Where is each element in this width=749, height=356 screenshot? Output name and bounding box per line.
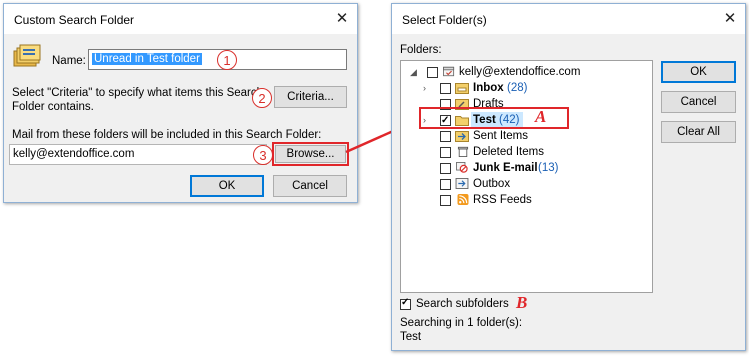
searching-folder: Test <box>400 331 422 343</box>
checkbox[interactable] <box>440 83 451 94</box>
callout-1: 1 <box>217 50 237 70</box>
folders-label: Folders: <box>400 44 442 56</box>
account-icon <box>443 66 455 77</box>
unread-count: (13) <box>538 162 559 174</box>
close-icon[interactable]: ✕ <box>327 4 357 34</box>
chevron-down-icon[interactable]: ◢ <box>410 64 417 80</box>
tree-item-inbox[interactable]: › Inbox (28) <box>401 80 650 96</box>
criteria-text: Select "Criteria" to specify what items … <box>12 86 263 114</box>
search-subfolders-label[interactable]: Search subfolders <box>416 298 509 310</box>
chevron-right-icon[interactable]: › <box>423 80 426 96</box>
sent-items-icon <box>455 131 469 142</box>
checkbox[interactable] <box>440 131 451 142</box>
search-subfolders-checkbox[interactable] <box>400 297 411 310</box>
criteria-text-line2: Folder contains. <box>12 101 94 113</box>
tree-item-junk-email[interactable]: Junk E-mail (13) <box>401 160 650 176</box>
callout-2: 2 <box>252 88 272 108</box>
outbox-icon <box>455 178 469 189</box>
ok-button[interactable]: OK <box>190 175 264 197</box>
callout-3: 3 <box>253 145 273 165</box>
tree-item-label: Inbox <box>473 82 504 94</box>
tree-item-label: Sent Items <box>473 130 528 142</box>
name-input-value: Unread in Test folder <box>92 53 202 65</box>
criteria-text-line1: Select "Criteria" to specify what items … <box>12 87 264 99</box>
close-icon[interactable]: ✕ <box>715 4 745 34</box>
tree-item-label: RSS Feeds <box>473 194 532 206</box>
dialog-title: Custom Search Folder <box>14 13 135 27</box>
tree-item-label: Junk E-mail <box>473 162 538 174</box>
junk-icon <box>456 162 468 173</box>
annotation-letter-a: A <box>535 107 547 126</box>
ok-button[interactable]: OK <box>661 61 736 83</box>
tree-item-label: Outbox <box>473 178 511 190</box>
tree-item-label: kelly@extendoffice.com <box>459 66 581 78</box>
tree-item-rss-feeds[interactable]: RSS Feeds <box>401 192 650 208</box>
title-bar: Select Folder(s) ✕ <box>392 4 745 34</box>
tree-item-account[interactable]: ◢ kelly@extendoffice.com <box>401 64 650 80</box>
custom-search-folder-dialog: Custom Search Folder ✕ Name: Unread in T… <box>3 3 358 203</box>
checkbox[interactable] <box>440 147 451 158</box>
browse-button[interactable]: Browse... <box>275 145 346 163</box>
checkbox[interactable] <box>440 195 451 206</box>
checkbox[interactable] <box>440 179 451 190</box>
test-highlight <box>419 107 569 129</box>
select-folders-dialog: Select Folder(s) ✕ Folders: ◢ kelly@exte… <box>391 3 746 351</box>
checkbox[interactable] <box>427 67 438 78</box>
rss-icon <box>457 194 469 205</box>
folder-tree[interactable]: ◢ kelly@extendoffice.com › Inbox (28) Dr… <box>400 60 653 293</box>
checkbox[interactable] <box>440 163 451 174</box>
dialog-title: Select Folder(s) <box>402 13 487 27</box>
searching-text: Searching in 1 folder(s): <box>400 317 523 329</box>
search-folder-icon <box>13 44 41 67</box>
title-bar: Custom Search Folder ✕ <box>4 4 357 34</box>
criteria-button[interactable]: Criteria... <box>274 86 347 108</box>
mail-from-text: Mail from these folders will be included… <box>12 129 322 141</box>
tree-item-outbox[interactable]: Outbox <box>401 176 650 192</box>
cancel-button[interactable]: Cancel <box>273 175 347 197</box>
clear-all-button[interactable]: Clear All <box>661 121 736 143</box>
unread-count: (28) <box>507 82 528 94</box>
trash-icon <box>457 146 469 157</box>
tree-item-label: Deleted Items <box>473 146 544 158</box>
annotation-letter-b: B <box>516 293 528 312</box>
mail-from-field: kelly@extendoffice.com <box>9 144 267 165</box>
tree-item-deleted-items[interactable]: Deleted Items <box>401 144 650 160</box>
name-label: Name: <box>52 55 86 67</box>
inbox-icon <box>455 83 469 94</box>
cancel-button[interactable]: Cancel <box>661 91 736 113</box>
tree-item-sent-items[interactable]: Sent Items <box>401 128 650 144</box>
